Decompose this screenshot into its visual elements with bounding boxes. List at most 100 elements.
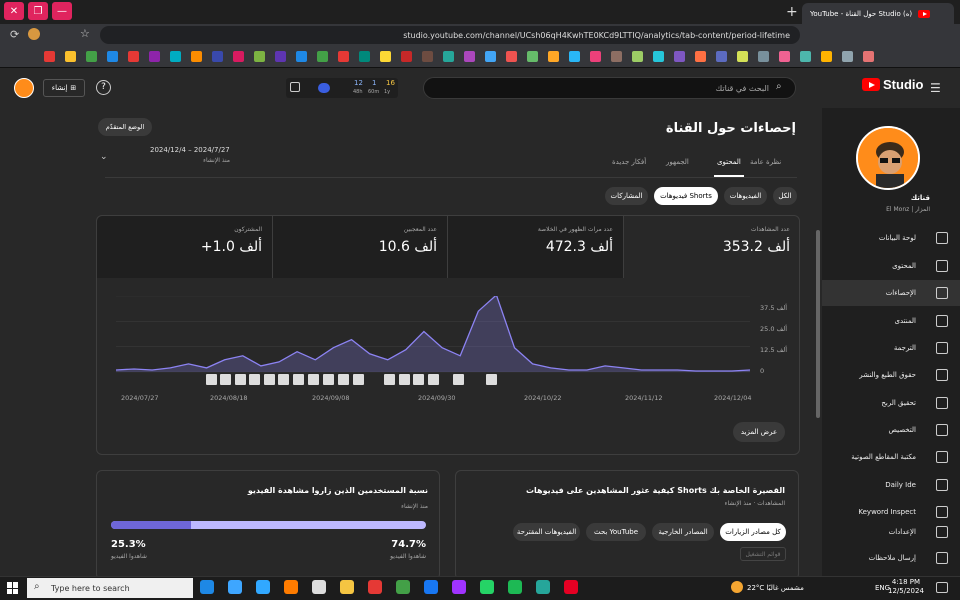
bookmark-icon[interactable] [149,51,160,62]
show-more-button[interactable]: عرض المزيد [733,422,785,442]
bookmark-icon[interactable] [800,51,811,62]
bookmark-icon[interactable] [359,51,370,62]
chip-all-sources[interactable]: كل مصادر الزيارات [720,523,786,541]
bookmark-icon[interactable] [401,51,412,62]
sidebar-item-5[interactable]: حقوق الطبع والنشر [822,362,960,388]
video-thumbnail-marker[interactable] [413,374,424,385]
sidebar-item-3[interactable]: المنتدى [822,308,960,334]
sidebar-item-4[interactable]: الترجمة [822,335,960,361]
bookmark-icon[interactable] [653,51,664,62]
tab-research[interactable]: أفكار جديدة [612,158,646,166]
video-thumbnail-marker[interactable] [428,374,439,385]
bookmark-icon[interactable] [65,51,76,62]
bookmark-icon[interactable] [821,51,832,62]
video-thumbnail-marker[interactable] [308,374,319,385]
minimize-button[interactable]: — [52,2,72,20]
app-icon[interactable] [536,580,550,594]
bookmark-icon[interactable] [548,51,559,62]
store-icon[interactable] [340,580,354,594]
bookmark-icon[interactable] [86,51,97,62]
sidebar-item-7[interactable]: التخصيص [822,417,960,443]
bookmark-icon[interactable] [128,51,139,62]
video-thumbnail-marker[interactable] [264,374,275,385]
video-thumbnail-marker[interactable] [278,374,289,385]
new-tab-button[interactable]: + [786,4,798,20]
facebook-icon[interactable] [424,580,438,594]
bookmark-icon[interactable] [611,51,622,62]
chip-videos[interactable]: الفيديوهات [724,187,767,205]
bookmark-icon[interactable] [44,51,55,62]
bookmark-icon[interactable] [758,51,769,62]
chip-youtube-search[interactable]: بحث YouTube [586,523,646,541]
chip-external[interactable]: المصادر الخارجية [652,523,714,541]
stat-views[interactable]: عدد المشاهدات 353.2 ألف [624,216,800,278]
url-bar[interactable]: studio.youtube.com/channel/UCsh06qH4KwhT… [100,26,800,44]
sidebar-item-1[interactable]: المحتوى [822,253,960,279]
photoshop-icon[interactable] [256,580,270,594]
video-thumbnail-marker[interactable] [323,374,334,385]
chip-all[interactable]: الكل [773,187,797,205]
video-thumbnail-marker[interactable] [399,374,410,385]
search-input[interactable]: البحث في قناتك [423,77,796,99]
bookmark-icon[interactable] [212,51,223,62]
browser-tab[interactable]: (ه) Studio حول القناة - YouTube [802,3,954,24]
bookmark-icon[interactable] [527,51,538,62]
chrome-icon[interactable] [368,580,382,594]
bookmark-icon[interactable] [590,51,601,62]
bookmark-icon[interactable] [737,51,748,62]
sidebar-item-11[interactable]: الإعدادات [822,519,960,545]
bookmark-star-icon[interactable]: ☆ [80,27,90,40]
toggle-icon[interactable] [318,83,330,93]
video-thumbnail-marker[interactable] [338,374,349,385]
bookmark-icon[interactable] [863,51,874,62]
stat-subscribers[interactable]: المشتركون +1.0 ألف [97,216,273,278]
chip-suggested[interactable]: الفيديوهات المقترحة [513,523,580,541]
bookmark-icon[interactable] [170,51,181,62]
account-avatar[interactable] [14,78,34,98]
taskbar-search[interactable]: Type here to search [27,578,193,598]
sidebar-item-6[interactable]: تحقيق الربح [822,390,960,416]
channel-avatar[interactable] [856,126,920,190]
video-thumbnail-marker[interactable] [206,374,217,385]
sidebar-item-0[interactable]: لوحة البيانات [822,225,960,251]
bookmark-icon[interactable] [716,51,727,62]
bookmark-icon[interactable] [485,51,496,62]
bookmark-icon[interactable] [674,51,685,62]
sidebar-item-9[interactable]: Daily Ide [822,472,960,498]
illustrator-icon[interactable] [284,580,298,594]
profile-icon[interactable] [28,28,40,40]
video-thumbnail-marker[interactable] [453,374,464,385]
bookmark-icon[interactable] [338,51,349,62]
bookmark-icon[interactable] [254,51,265,62]
chip-playlists[interactable]: قوائم التشغيل [740,547,786,561]
views-line-chart[interactable] [116,296,756,380]
stat-impressions[interactable]: عدد مرات الظهور في الخلاصة 472.3 ألف [448,216,624,278]
video-thumbnail-marker[interactable] [384,374,395,385]
scrollbar[interactable] [816,230,820,418]
pinterest-icon[interactable] [564,580,578,594]
bookmark-icon[interactable] [275,51,286,62]
tab-audience[interactable]: الجمهور [666,158,689,166]
video-thumbnail-marker[interactable] [249,374,260,385]
studio-logo[interactable]: Studio [862,77,923,92]
bookmark-icon[interactable] [317,51,328,62]
edge-icon[interactable] [396,580,410,594]
bookmark-icon[interactable] [191,51,202,62]
extension-stats-widget[interactable] [286,78,398,98]
restore-button[interactable]: ❐ [28,2,48,20]
bookmark-icon[interactable] [107,51,118,62]
close-window-icon[interactable]: ✕ [4,2,24,20]
weather-icon[interactable] [731,581,743,593]
bookmark-icon[interactable] [632,51,643,62]
file-explorer-icon[interactable] [228,580,242,594]
chevron-down-icon[interactable]: ⌄ [100,152,108,162]
reload-icon[interactable]: ⟳ [10,28,19,41]
task-view-icon[interactable] [200,580,214,594]
video-thumbnail-marker[interactable] [486,374,497,385]
spotify-icon[interactable] [508,580,522,594]
bookmark-icon[interactable] [233,51,244,62]
chip-shorts[interactable]: فيديوهات Shorts [654,187,718,205]
search-icon[interactable]: ⌕ [776,81,782,92]
advanced-mode-button[interactable]: الوضع المتقدّم [98,118,152,136]
video-thumbnail-marker[interactable] [235,374,246,385]
